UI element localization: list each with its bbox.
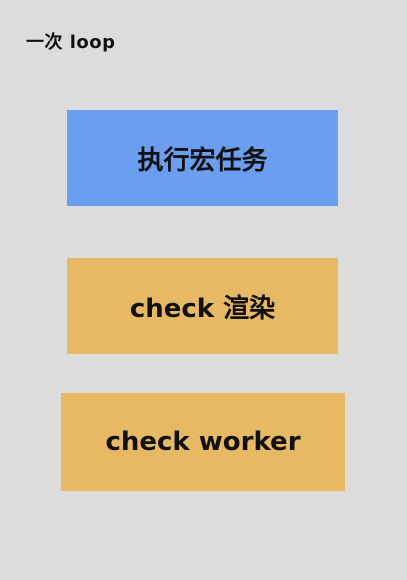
step-box-execute-macrotask: 执行宏任务: [67, 110, 338, 206]
step-box-check-worker: check worker: [61, 393, 345, 491]
step-label: check worker: [105, 427, 301, 457]
diagram-title: 一次 loop: [26, 32, 116, 53]
step-label: check 渲染: [129, 293, 276, 324]
step-label: 执行宏任务: [137, 145, 268, 176]
step-box-check-render: check 渲染: [67, 258, 338, 354]
